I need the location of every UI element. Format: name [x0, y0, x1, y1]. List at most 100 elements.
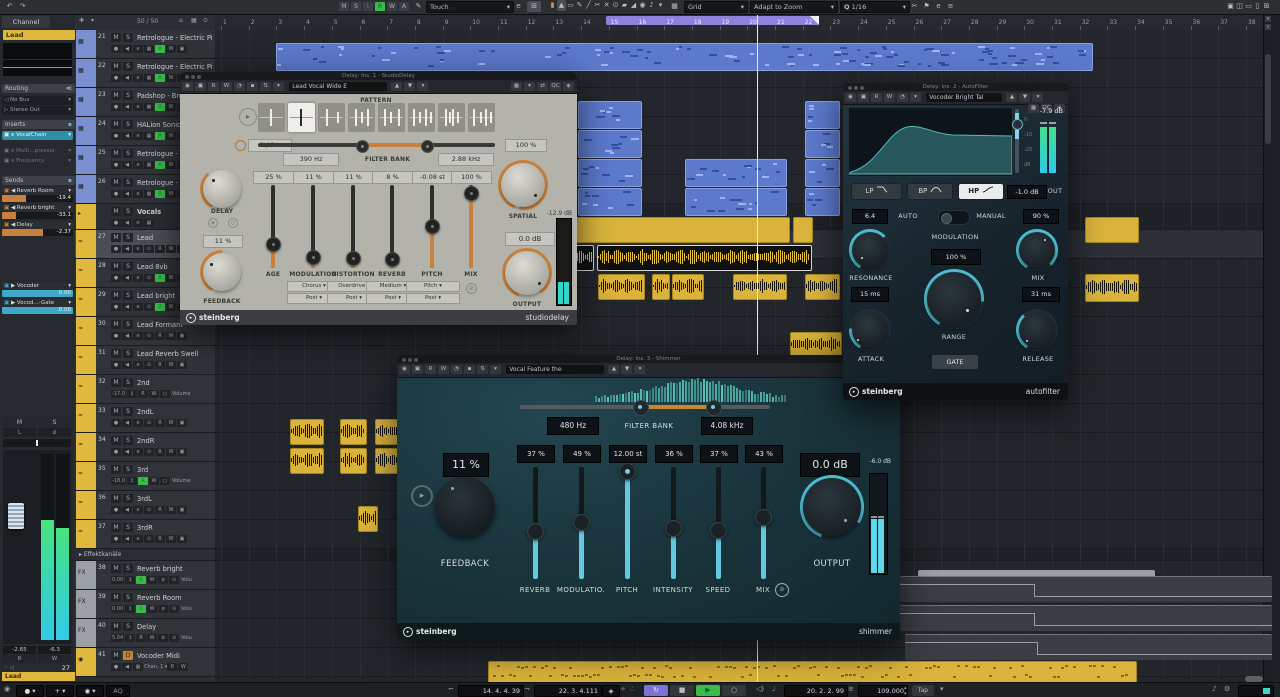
zoom-tool-icon[interactable]: ⊙: [611, 0, 620, 11]
insert-slot-1[interactable]: ▣ e VocalChain ▾: [2, 131, 73, 140]
read-button[interactable]: R: [136, 634, 147, 642]
track-solo-button[interactable]: S: [123, 564, 133, 573]
preset-browse-icon[interactable]: ▾: [417, 82, 429, 91]
studiodelay-slider-handle-5[interactable]: [425, 218, 440, 234]
grid-mode-select[interactable]: Grid ▾: [684, 1, 748, 13]
studiodelay-pattern-button-6[interactable]: [408, 103, 435, 132]
read-button[interactable]: R: [155, 103, 165, 111]
aq-button[interactable]: AQ: [106, 685, 130, 697]
clip-auto[interactable]: [900, 605, 1272, 631]
track-row-38[interactable]: FX 38 M S Reverb bright 0.00 ↕ R Wø ⊙ Volu: [75, 561, 215, 590]
write-button[interactable]: W: [166, 361, 176, 369]
clip-midi[interactable]: [805, 101, 840, 129]
monitor[interactable]: ●: [111, 303, 121, 311]
studiodelay-link-icon[interactable]: ○: [228, 218, 238, 228]
track-solo-button[interactable]: S: [123, 207, 133, 216]
clip-wave[interactable]: [733, 274, 787, 300]
listen[interactable]: ◀: [122, 448, 132, 456]
cue-send-slot-2[interactable]: ▣ ▶ Vocod...-Gate ▾: [2, 299, 73, 307]
note-icon[interactable]: ♪: [1212, 685, 1216, 693]
channel-track-name[interactable]: Lead: [3, 30, 75, 40]
clip-wave[interactable]: [290, 448, 324, 474]
record-button[interactable]: ○: [722, 685, 746, 696]
metronome-icon[interactable]: ♩: [772, 685, 775, 693]
param-label[interactable]: Volume: [172, 391, 191, 397]
automation-w-button[interactable]: W: [387, 2, 397, 11]
studiodelay-pattern-button-1[interactable]: [258, 103, 285, 132]
window-zone-5-icon[interactable]: ⊞: [1262, 1, 1271, 12]
shimmer-slider-handle-2[interactable]: [573, 513, 590, 531]
read-button[interactable]: R: [136, 605, 147, 613]
phase[interactable]: ø: [158, 605, 169, 613]
preset-browse-icon[interactable]: ▾: [634, 365, 646, 374]
shimmer-slider-handle-1[interactable]: [527, 522, 544, 540]
preset-browse-icon[interactable]: ▾: [1032, 93, 1044, 102]
track-solo-button[interactable]: S: [123, 33, 133, 42]
autofilter-range-knob[interactable]: [924, 269, 984, 329]
phase[interactable]: ø: [158, 576, 169, 584]
snap-icon[interactable]: ▦: [670, 1, 679, 12]
clip-wave[interactable]: [375, 448, 399, 474]
write-button[interactable]: W: [148, 390, 159, 398]
listen[interactable]: ◀: [122, 219, 132, 227]
shimmer-filter-handle-high[interactable]: [706, 400, 722, 416]
spin[interactable]: ↕: [125, 576, 136, 584]
preset-menu-icon[interactable]: ▾: [910, 93, 921, 102]
clip-wave[interactable]: [672, 274, 704, 300]
vertical-scroll-thumb[interactable]: [1265, 54, 1271, 144]
studiodelay-mode-select-5[interactable]: Pitch ▾: [406, 281, 460, 292]
read-button[interactable]: R: [155, 74, 165, 82]
insert-slot-2[interactable]: ▣ e Multi...pressor ▾: [2, 147, 73, 156]
send-level-1[interactable]: -19.4: [2, 195, 73, 202]
track-solo-button[interactable]: S: [123, 593, 133, 602]
switch-ab-icon[interactable]: ◔: [451, 365, 462, 374]
compare-icon[interactable]: ▣: [195, 82, 206, 91]
listen[interactable]: ◀: [122, 190, 132, 198]
tempo-display[interactable]: 109.000: [858, 685, 908, 697]
clip-wave[interactable]: [375, 419, 399, 445]
sends-section-header[interactable]: Sends ▪: [2, 176, 75, 185]
autofilter-out-value[interactable]: -1.0 dB: [1007, 185, 1047, 199]
track-solo-button[interactable]: S: [123, 62, 133, 71]
timeline-ruler[interactable]: 1 2 3 4 5 6 7 8 9 10 11 12 13 14 15 16 17 18 19 20 21 22 23 24 2…: [215, 14, 1272, 31]
instrument[interactable]: ▦: [144, 190, 154, 198]
pre-roll-icon[interactable]: ◁): [756, 685, 764, 693]
track-mute-button[interactable]: M: [111, 62, 121, 71]
studiodelay-output-value[interactable]: 0.0 dB: [505, 232, 555, 246]
sig-menu-icon[interactable]: ▾: [940, 685, 944, 693]
gain-value[interactable]: 0.00: [111, 576, 125, 584]
read-button[interactable]: R: [155, 132, 165, 140]
edit-channel[interactable]: e: [133, 74, 143, 82]
edit-channel[interactable]: e: [133, 506, 143, 514]
edit-channel[interactable]: e: [133, 303, 143, 311]
freeze[interactable]: ▣: [177, 332, 187, 340]
autofilter-release-knob[interactable]: [1016, 309, 1058, 351]
shimmer-output-knob[interactable]: [800, 475, 864, 539]
track-mute-button[interactable]: M: [111, 207, 121, 216]
shimmer-feedback-knob[interactable]: [435, 477, 495, 537]
clip-midi[interactable]: [805, 130, 840, 158]
listen[interactable]: ◀: [122, 245, 132, 253]
listen[interactable]: ◀: [122, 161, 132, 169]
shimmer-slider-value-5[interactable]: 37 %: [700, 445, 738, 463]
listen[interactable]: ◀: [122, 663, 132, 671]
freeze[interactable]: ▣: [177, 419, 187, 427]
studiodelay-slider-handle-2[interactable]: [306, 250, 321, 266]
freeze[interactable]: ▣: [177, 45, 187, 53]
write-button[interactable]: W: [166, 103, 176, 111]
autofilter-fader-handle[interactable]: [1012, 119, 1023, 130]
instrument[interactable]: ⊙: [144, 419, 154, 427]
listen[interactable]: ◀: [122, 132, 132, 140]
preset-arrows-icon[interactable]: ⇅: [477, 365, 488, 374]
write-button[interactable]: W: [147, 634, 158, 642]
studiodelay-slider-value-4[interactable]: 8 %: [372, 171, 413, 184]
track-solo-button[interactable]: S: [123, 149, 133, 158]
shimmer-slider-handle-5[interactable]: [710, 521, 727, 539]
read-button[interactable]: R: [155, 161, 165, 169]
clip-midi[interactable]: [578, 188, 642, 216]
preset-menu-icon[interactable]: ▾: [490, 365, 501, 374]
write-button[interactable]: W: [166, 506, 176, 514]
read-icon[interactable]: R: [425, 365, 436, 374]
shimmer-slider-handle-3[interactable]: [619, 463, 636, 481]
preset-arrows-icon[interactable]: ⇅: [260, 82, 271, 91]
